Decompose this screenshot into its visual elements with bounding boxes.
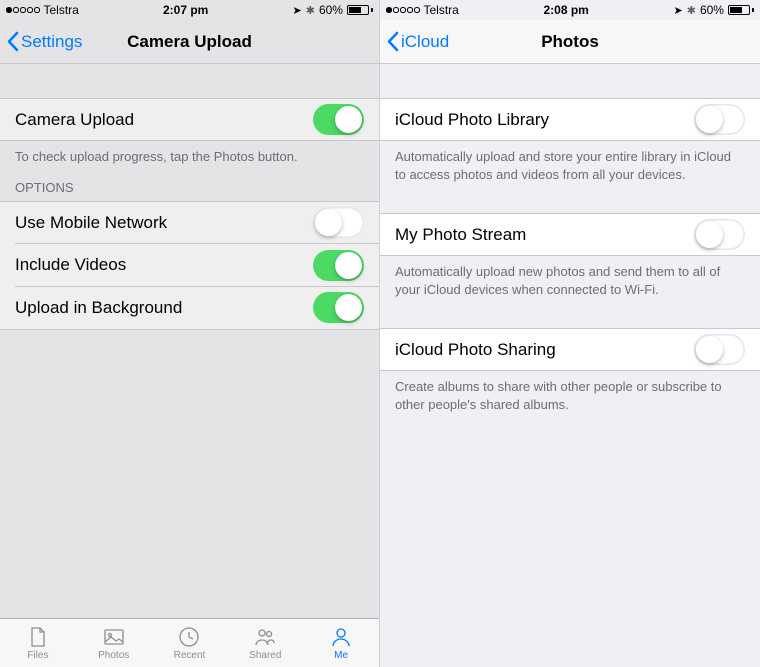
toggle-my-photo-stream[interactable] bbox=[694, 219, 745, 250]
person-icon bbox=[328, 625, 354, 649]
toggle-icloud-photo-sharing[interactable] bbox=[694, 334, 745, 365]
status-bar: Telstra 2:07 pm ➤ ✱ 60% bbox=[0, 0, 379, 20]
nav-bar: iCloud Photos bbox=[380, 20, 760, 64]
row-label: Camera Upload bbox=[15, 110, 134, 130]
tab-label: Photos bbox=[98, 650, 129, 661]
tab-shared[interactable]: Shared bbox=[227, 619, 303, 667]
row-include-videos[interactable]: Include Videos bbox=[0, 244, 379, 287]
screen-dropbox-camera-upload: Telstra 2:07 pm ➤ ✱ 60% Settings Camera … bbox=[0, 0, 380, 667]
screen-icloud-photos: Telstra 2:08 pm ➤ ✱ 60% iCloud Photos iC… bbox=[380, 0, 760, 667]
shared-icon bbox=[252, 625, 278, 649]
row-label: iCloud Photo Library bbox=[395, 110, 549, 130]
bluetooth-icon: ✱ bbox=[687, 4, 696, 17]
row-footer: Create albums to share with other people… bbox=[380, 371, 760, 421]
options-header: OPTIONS bbox=[0, 174, 379, 201]
toggle-upload-in-background[interactable] bbox=[313, 292, 364, 323]
row-my-photo-stream[interactable]: My Photo Stream bbox=[380, 213, 760, 256]
tab-label: Me bbox=[334, 650, 348, 661]
toggle-camera-upload[interactable] bbox=[313, 104, 364, 135]
row-camera-upload[interactable]: Camera Upload bbox=[0, 98, 379, 141]
photos-icon bbox=[101, 625, 127, 649]
row-icloud-photo-library[interactable]: iCloud Photo Library bbox=[380, 98, 760, 141]
tab-label: Recent bbox=[174, 650, 206, 661]
chevron-left-icon bbox=[386, 31, 399, 52]
toggle-icloud-photo-library[interactable] bbox=[694, 104, 745, 135]
row-label: Upload in Background bbox=[15, 298, 182, 318]
tab-photos[interactable]: Photos bbox=[76, 619, 152, 667]
tab-me[interactable]: Me bbox=[303, 619, 379, 667]
row-use-mobile-network[interactable]: Use Mobile Network bbox=[0, 201, 379, 244]
tab-files[interactable]: Files bbox=[0, 619, 76, 667]
row-label: Include Videos bbox=[15, 255, 126, 275]
back-label: iCloud bbox=[401, 32, 449, 52]
battery-percent: 60% bbox=[700, 3, 724, 17]
battery-percent: 60% bbox=[319, 3, 343, 17]
tab-recent[interactable]: Recent bbox=[152, 619, 228, 667]
row-footer: Automatically upload and store your enti… bbox=[380, 141, 760, 191]
back-button[interactable]: iCloud bbox=[380, 31, 449, 52]
file-icon bbox=[25, 625, 51, 649]
row-label: iCloud Photo Sharing bbox=[395, 340, 556, 360]
row-label: Use Mobile Network bbox=[15, 213, 167, 233]
row-label: My Photo Stream bbox=[395, 225, 526, 245]
location-icon: ➤ bbox=[293, 4, 302, 17]
content: Camera Upload To check upload progress, … bbox=[0, 64, 379, 618]
tab-bar: Files Photos Recent Shared Me bbox=[0, 618, 379, 667]
camera-upload-footer: To check upload progress, tap the Photos… bbox=[0, 141, 379, 174]
row-icloud-photo-sharing[interactable]: iCloud Photo Sharing bbox=[380, 328, 760, 371]
back-button[interactable]: Settings bbox=[0, 31, 82, 52]
toggle-include-videos[interactable] bbox=[313, 250, 364, 281]
status-bar: Telstra 2:08 pm ➤ ✱ 60% bbox=[380, 0, 760, 20]
row-upload-in-background[interactable]: Upload in Background bbox=[0, 287, 379, 330]
nav-bar: Settings Camera Upload bbox=[0, 20, 379, 64]
tab-label: Shared bbox=[249, 650, 281, 661]
carrier-label: Telstra bbox=[424, 3, 459, 17]
row-footer: Automatically upload new photos and send… bbox=[380, 256, 760, 306]
back-label: Settings bbox=[21, 32, 82, 52]
tab-label: Files bbox=[27, 650, 48, 661]
status-time: 2:08 pm bbox=[544, 3, 589, 17]
clock-icon bbox=[176, 625, 202, 649]
status-time: 2:07 pm bbox=[163, 3, 208, 17]
location-icon: ➤ bbox=[674, 4, 683, 17]
signal-icon bbox=[6, 7, 40, 13]
battery-icon bbox=[347, 5, 373, 15]
carrier-label: Telstra bbox=[44, 3, 79, 17]
chevron-left-icon bbox=[6, 31, 19, 52]
signal-icon bbox=[386, 7, 420, 13]
bluetooth-icon: ✱ bbox=[306, 4, 315, 17]
options-group: Use Mobile Network Include Videos Upload… bbox=[0, 201, 379, 330]
toggle-use-mobile-network[interactable] bbox=[313, 207, 364, 238]
battery-icon bbox=[728, 5, 754, 15]
content: iCloud Photo Library Automatically uploa… bbox=[380, 64, 760, 667]
